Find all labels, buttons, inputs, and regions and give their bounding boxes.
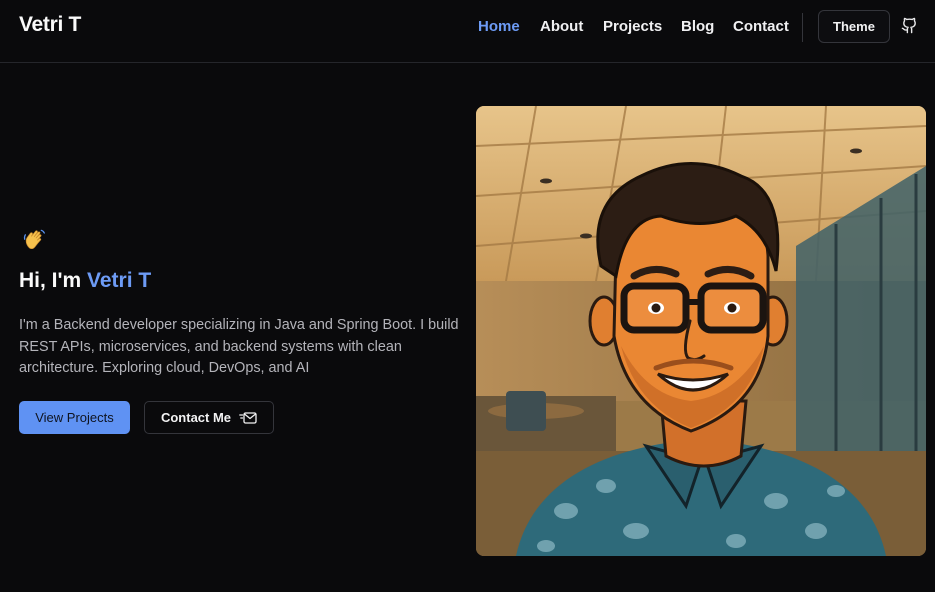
theme-toggle-button[interactable]: Theme xyxy=(818,10,890,43)
nav-projects-link[interactable]: Projects xyxy=(603,18,662,35)
hero-description: I'm a Backend developer specializing in … xyxy=(19,317,459,376)
nav-home-link[interactable]: Home xyxy=(478,18,520,35)
waving-hand-icon xyxy=(23,229,45,250)
hero-heading: Hi, I'm Vetri T xyxy=(19,269,151,293)
main-nav: Home About Projects Blog Contact xyxy=(0,18,935,38)
hero-name: Vetri T xyxy=(87,269,152,292)
hero-greeting: Hi, I'm xyxy=(19,269,88,292)
contact-me-button[interactable]: Contact Me xyxy=(144,401,274,434)
top-navbar: Vetri T Home About Projects Blog Contact… xyxy=(0,0,935,63)
github-icon[interactable] xyxy=(901,17,918,34)
mail-send-icon xyxy=(239,411,257,424)
nav-about-link[interactable]: About xyxy=(540,18,583,35)
nav-blog-link[interactable]: Blog xyxy=(681,18,714,35)
nav-divider xyxy=(802,13,803,42)
profile-portrait xyxy=(476,106,926,556)
nav-contact-link[interactable]: Contact xyxy=(733,18,789,35)
contact-me-label: Contact Me xyxy=(160,410,232,425)
view-projects-button[interactable]: View Projects xyxy=(19,401,130,434)
